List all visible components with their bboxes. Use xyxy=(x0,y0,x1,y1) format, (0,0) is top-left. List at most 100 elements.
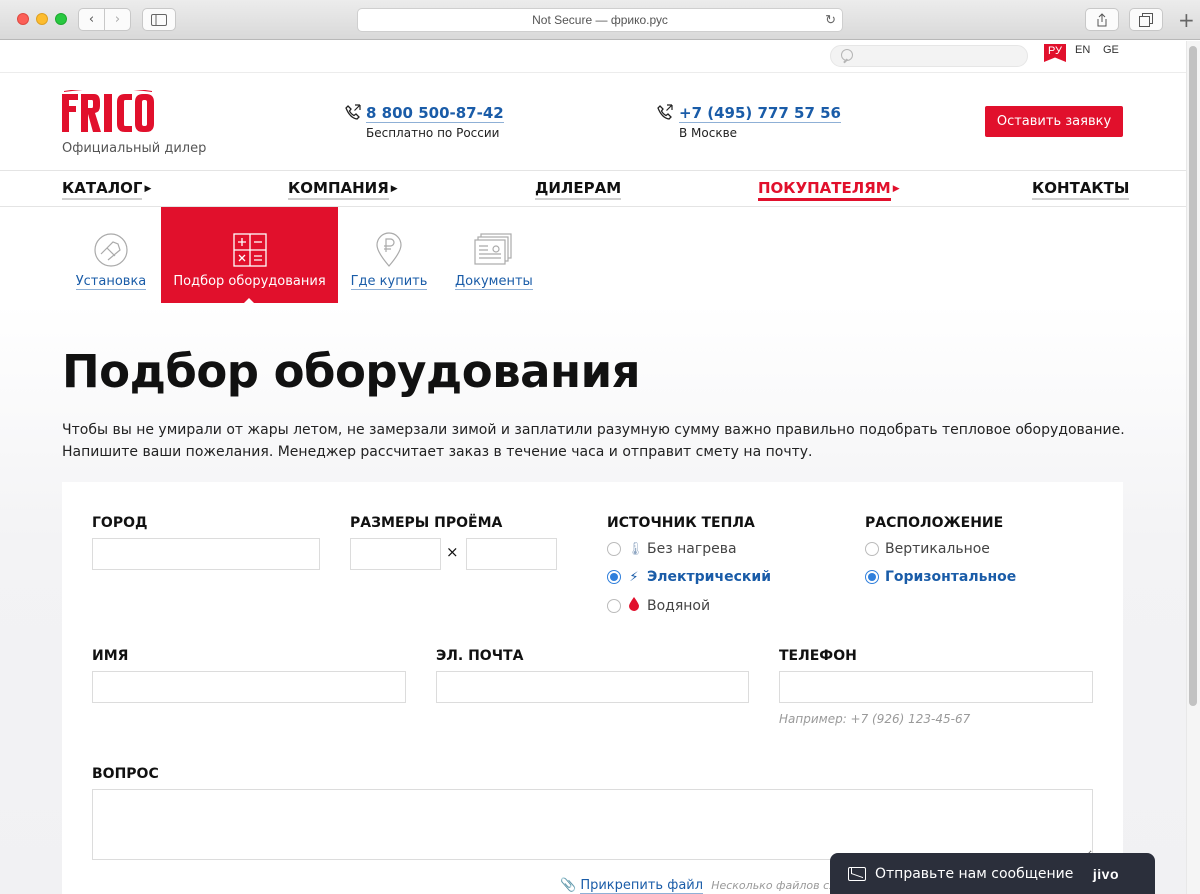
phone-hint: Например: +7 (926) 123-45-67 xyxy=(779,712,971,726)
nav-company[interactable]: КОМПАНИЯ ▶ xyxy=(288,178,398,200)
address-bar[interactable]: Not Secure — фрико.рус ↻ xyxy=(357,8,843,32)
question-label: ВОПРОС xyxy=(92,766,159,782)
placement-option-vertical[interactable]: Вертикальное xyxy=(865,541,990,557)
site-search-input[interactable] xyxy=(830,45,1028,67)
paperclip-icon: 📎 xyxy=(560,878,577,893)
heat-option-none-label: Без нагрева xyxy=(647,541,737,557)
search-icon xyxy=(841,49,853,61)
subnav-where-to-buy[interactable]: Где купить xyxy=(350,207,428,303)
phone-moscow-note: В Москве xyxy=(679,126,738,140)
nav-contacts[interactable]: КОНТАКТЫ xyxy=(1032,178,1130,200)
attach-file-link[interactable]: 📎 Прикрепить файл Несколько файлов сж xyxy=(560,878,840,894)
phone-icon xyxy=(345,104,361,120)
new-tab-button[interactable]: + xyxy=(1178,10,1195,30)
heat-option-electric-label: Электрический xyxy=(647,569,771,585)
lang-ge[interactable]: GE xyxy=(1103,44,1119,56)
radio-button[interactable] xyxy=(865,542,879,556)
share-button[interactable] xyxy=(1085,8,1119,31)
placement-option-horizontal[interactable]: Горизонтальное xyxy=(865,569,1016,585)
email-input[interactable] xyxy=(436,671,749,703)
url-text: Not Secure — фрико.рус xyxy=(532,13,668,27)
heat-option-water-label: Водяной xyxy=(647,598,711,614)
water-drop-icon xyxy=(627,597,641,615)
calculator-icon xyxy=(232,233,267,267)
browser-toolbar: ‹ › Not Secure — фрико.рус ↻ + xyxy=(0,0,1200,40)
phone-input[interactable] xyxy=(779,671,1093,703)
lang-ru[interactable]: РУ xyxy=(1044,44,1066,62)
nav-buyers-label: ПОКУПАТЕЛЯМ xyxy=(758,179,891,201)
subnav-install-label: Установка xyxy=(75,274,147,290)
nav-buyers[interactable]: ПОКУПАТЕЛЯМ ▶ xyxy=(758,178,900,201)
leave-request-button[interactable]: Оставить заявку xyxy=(985,106,1123,137)
forward-button[interactable]: › xyxy=(104,8,131,31)
question-textarea[interactable] xyxy=(92,789,1093,860)
phone-label: ТЕЛЕФОН xyxy=(779,648,857,664)
thermometer-icon: 🌡 xyxy=(627,541,644,557)
opening-height-input[interactable] xyxy=(466,538,557,570)
nav-contacts-label: КОНТАКТЫ xyxy=(1032,179,1130,200)
times-sign: × xyxy=(446,543,459,561)
placement-horizontal-label: Горизонтальное xyxy=(885,569,1017,585)
chevron-right-icon: › xyxy=(114,12,121,27)
chat-prompt: Отправьте нам сообщение xyxy=(875,865,1074,882)
nav-dealers-label: ДИЛЕРАМ xyxy=(535,179,622,200)
minimize-window-button[interactable] xyxy=(36,13,48,25)
name-label: ИМЯ xyxy=(92,648,129,664)
heat-option-water[interactable]: Водяной xyxy=(607,597,710,615)
selection-form: ГОРОД РАЗМЕРЫ ПРОЁМА × ИСТОЧНИК ТЕПЛА 🌡 … xyxy=(62,482,1123,894)
placement-label: РАСПОЛОЖЕНИЕ xyxy=(865,515,1004,531)
phone-number-moscow[interactable]: +7 (495) 777 57 56 xyxy=(679,104,841,123)
lang-en[interactable]: EN xyxy=(1075,44,1090,56)
opening-size-label: РАЗМЕРЫ ПРОЁМА xyxy=(350,515,503,531)
subnav-documents[interactable]: Документы xyxy=(455,207,533,303)
nav-dealers[interactable]: ДИЛЕРАМ xyxy=(535,178,622,200)
phone-free-note: Бесплатно по России xyxy=(366,126,500,140)
maximize-window-button[interactable] xyxy=(55,13,67,25)
subnav-select-label: Подбор оборудования xyxy=(173,274,326,289)
lightning-icon: ⚡ xyxy=(629,569,639,585)
radio-button[interactable] xyxy=(607,542,621,556)
close-window-button[interactable] xyxy=(17,13,29,25)
subnav-where-label: Где купить xyxy=(350,274,428,290)
radio-button[interactable] xyxy=(607,599,621,613)
email-label: ЭЛ. ПОЧТА xyxy=(436,648,524,664)
subnav-equipment-selection[interactable]: Подбор оборудования xyxy=(161,207,338,303)
page-intro: Чтобы вы не умирали от жары летом, не за… xyxy=(62,422,1125,460)
heat-option-none[interactable]: 🌡 Без нагрева xyxy=(607,541,737,557)
city-input[interactable] xyxy=(92,538,320,570)
subnav-install[interactable]: Установка xyxy=(74,207,148,303)
radio-button-selected[interactable] xyxy=(865,570,879,584)
triangle-right-icon: ▶ xyxy=(144,184,152,194)
chat-widget[interactable]: Отправьте нам сообщение jivo xyxy=(830,853,1155,894)
frico-logo[interactable] xyxy=(62,90,154,132)
scrollbar-thumb[interactable] xyxy=(1189,46,1197,706)
attach-file-label: Прикрепить файл xyxy=(580,878,704,894)
nav-catalog[interactable]: КАТАЛОГ ▶ xyxy=(62,178,152,200)
map-pin-ruble-icon xyxy=(376,232,402,267)
share-icon xyxy=(1097,12,1107,26)
phone-number-free[interactable]: 8 800 500-87-42 xyxy=(366,104,504,123)
wrench-icon xyxy=(94,233,128,267)
triangle-right-icon: ▶ xyxy=(892,184,900,194)
back-button[interactable]: ‹ xyxy=(78,8,105,31)
attach-note: Несколько файлов сж xyxy=(711,879,840,892)
active-tab-pointer xyxy=(243,298,255,304)
nav-company-label: КОМПАНИЯ xyxy=(288,179,389,200)
radio-button-selected[interactable] xyxy=(607,570,621,584)
divider xyxy=(0,170,1186,171)
tabs-overview-button[interactable] xyxy=(1129,8,1163,31)
heat-source-label: ИСТОЧНИК ТЕПЛА xyxy=(607,515,755,531)
sidebar-toggle-button[interactable] xyxy=(142,8,176,31)
heat-option-electric[interactable]: ⚡ Электрический xyxy=(607,569,771,585)
nav-catalog-label: КАТАЛОГ xyxy=(62,179,143,200)
reload-icon[interactable]: ↻ xyxy=(825,12,836,28)
tabs-icon xyxy=(1139,12,1153,27)
opening-width-input[interactable] xyxy=(350,538,441,570)
subnav-docs-label: Документы xyxy=(455,274,533,290)
documents-icon xyxy=(474,233,512,265)
page-title: Подбор оборудования xyxy=(62,345,641,398)
placement-vertical-label: Вертикальное xyxy=(885,541,990,557)
city-label: ГОРОД xyxy=(92,515,148,531)
chevron-left-icon: ‹ xyxy=(88,12,95,27)
name-input[interactable] xyxy=(92,671,406,703)
